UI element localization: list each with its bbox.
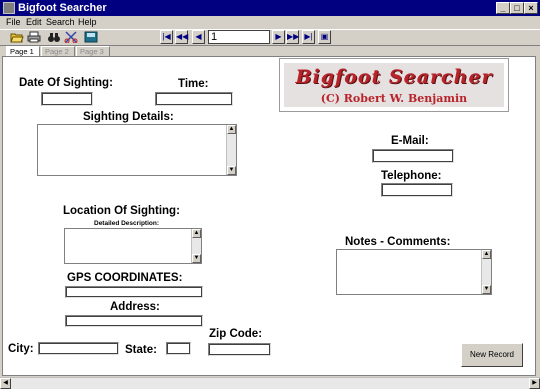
folder-open-icon[interactable] — [9, 31, 25, 45]
logo-title: Bigfoot Searcher — [295, 66, 493, 88]
location-sublabel: Detailed Description: — [94, 220, 160, 227]
time-label: Time: — [178, 78, 209, 90]
menu-bar: File Edit Search Help — [0, 16, 540, 29]
scroll-down-icon[interactable]: ▼ — [192, 254, 201, 263]
notes-scrollbar[interactable]: ▲ ▼ — [481, 250, 491, 294]
horizontal-scrollbar[interactable]: ◀ ▶ — [0, 377, 540, 389]
scroll-down-icon[interactable]: ▼ — [227, 166, 236, 175]
prev-record-button[interactable]: ◀ — [192, 30, 205, 44]
notes-label: Notes - Comments: — [345, 236, 451, 248]
scroll-left-icon[interactable]: ◀ — [0, 378, 11, 389]
email-label: E-Mail: — [391, 135, 429, 147]
menu-help[interactable]: Help — [78, 16, 97, 29]
gps-label: GPS COORDINATES: — [67, 272, 183, 284]
location-label: Location Of Sighting: — [63, 205, 180, 217]
title-bar[interactable]: Bigfoot Searcher _ □ × — [0, 0, 540, 16]
disk-icon[interactable] — [83, 31, 99, 45]
scissors-icon[interactable] — [63, 31, 79, 45]
sighting-details-label: Sighting Details: — [83, 111, 174, 123]
app-window: Bigfoot Searcher _ □ × File Edit Search … — [0, 0, 540, 389]
prev-page-button[interactable]: ◀◀ — [175, 30, 188, 44]
telephone-field[interactable] — [381, 183, 453, 197]
state-label: State: — [125, 344, 157, 356]
tab-page-1[interactable]: Page 1 — [6, 46, 40, 56]
next-page-button[interactable]: ▶▶ — [286, 30, 299, 44]
minimize-button[interactable]: _ — [496, 2, 510, 14]
sighting-details-field[interactable]: ▲ ▼ — [37, 124, 237, 176]
app-icon — [3, 2, 15, 14]
address-label: Address: — [110, 301, 160, 313]
time-field[interactable] — [155, 92, 233, 106]
printer-icon[interactable] — [26, 31, 42, 45]
email-field[interactable] — [372, 149, 454, 163]
binoculars-icon[interactable] — [46, 31, 62, 45]
scroll-up-icon[interactable]: ▲ — [227, 125, 236, 134]
maximize-button[interactable]: □ — [510, 2, 524, 14]
next-record-button[interactable]: ▶ — [272, 30, 285, 44]
new-record-nav-button[interactable]: ▣ — [318, 30, 331, 44]
toolbar: |◀ ◀◀ ◀ 1 ▶ ▶▶ ▶| ▣ — [0, 29, 540, 46]
scroll-up-icon[interactable]: ▲ — [192, 229, 201, 238]
gps-field[interactable] — [65, 286, 203, 298]
state-field[interactable] — [166, 342, 191, 355]
last-record-button[interactable]: ▶| — [302, 30, 315, 44]
location-scrollbar[interactable]: ▲ ▼ — [191, 229, 201, 263]
window-title: Bigfoot Searcher — [18, 2, 107, 14]
scroll-up-icon[interactable]: ▲ — [482, 250, 491, 259]
telephone-label: Telephone: — [381, 170, 442, 182]
record-number-input[interactable]: 1 — [208, 30, 270, 44]
details-scrollbar[interactable]: ▲ ▼ — [226, 125, 236, 175]
menu-search[interactable]: Search — [46, 16, 75, 29]
tab-page-3[interactable]: Page 3 — [76, 46, 110, 56]
record-form: Bigfoot Searcher (C) Robert W. Benjamin … — [2, 56, 536, 376]
logo-copyright: (C) Robert W. Benjamin — [320, 92, 468, 105]
first-record-button[interactable]: |◀ — [160, 30, 173, 44]
menu-file[interactable]: File — [6, 16, 21, 29]
new-record-button[interactable]: New Record — [461, 343, 523, 367]
location-field[interactable]: ▲ ▼ — [64, 228, 202, 264]
city-label: City: — [8, 343, 34, 355]
close-button[interactable]: × — [524, 2, 538, 14]
notes-field[interactable]: ▲ ▼ — [336, 249, 492, 295]
city-field[interactable] — [38, 342, 119, 355]
scroll-right-icon[interactable]: ▶ — [529, 378, 540, 389]
app-logo: Bigfoot Searcher (C) Robert W. Benjamin — [279, 58, 509, 112]
scroll-down-icon[interactable]: ▼ — [482, 285, 491, 294]
date-label: Date Of Sighting: — [19, 77, 113, 89]
date-field[interactable] — [41, 92, 93, 106]
zip-label: Zip Code: — [209, 328, 263, 340]
tab-strip: Page 1 Page 2 Page 3 — [0, 46, 540, 56]
zip-field[interactable] — [208, 343, 271, 356]
menu-edit[interactable]: Edit — [26, 16, 42, 29]
address-field[interactable] — [65, 315, 203, 327]
tab-page-2[interactable]: Page 2 — [41, 46, 75, 56]
